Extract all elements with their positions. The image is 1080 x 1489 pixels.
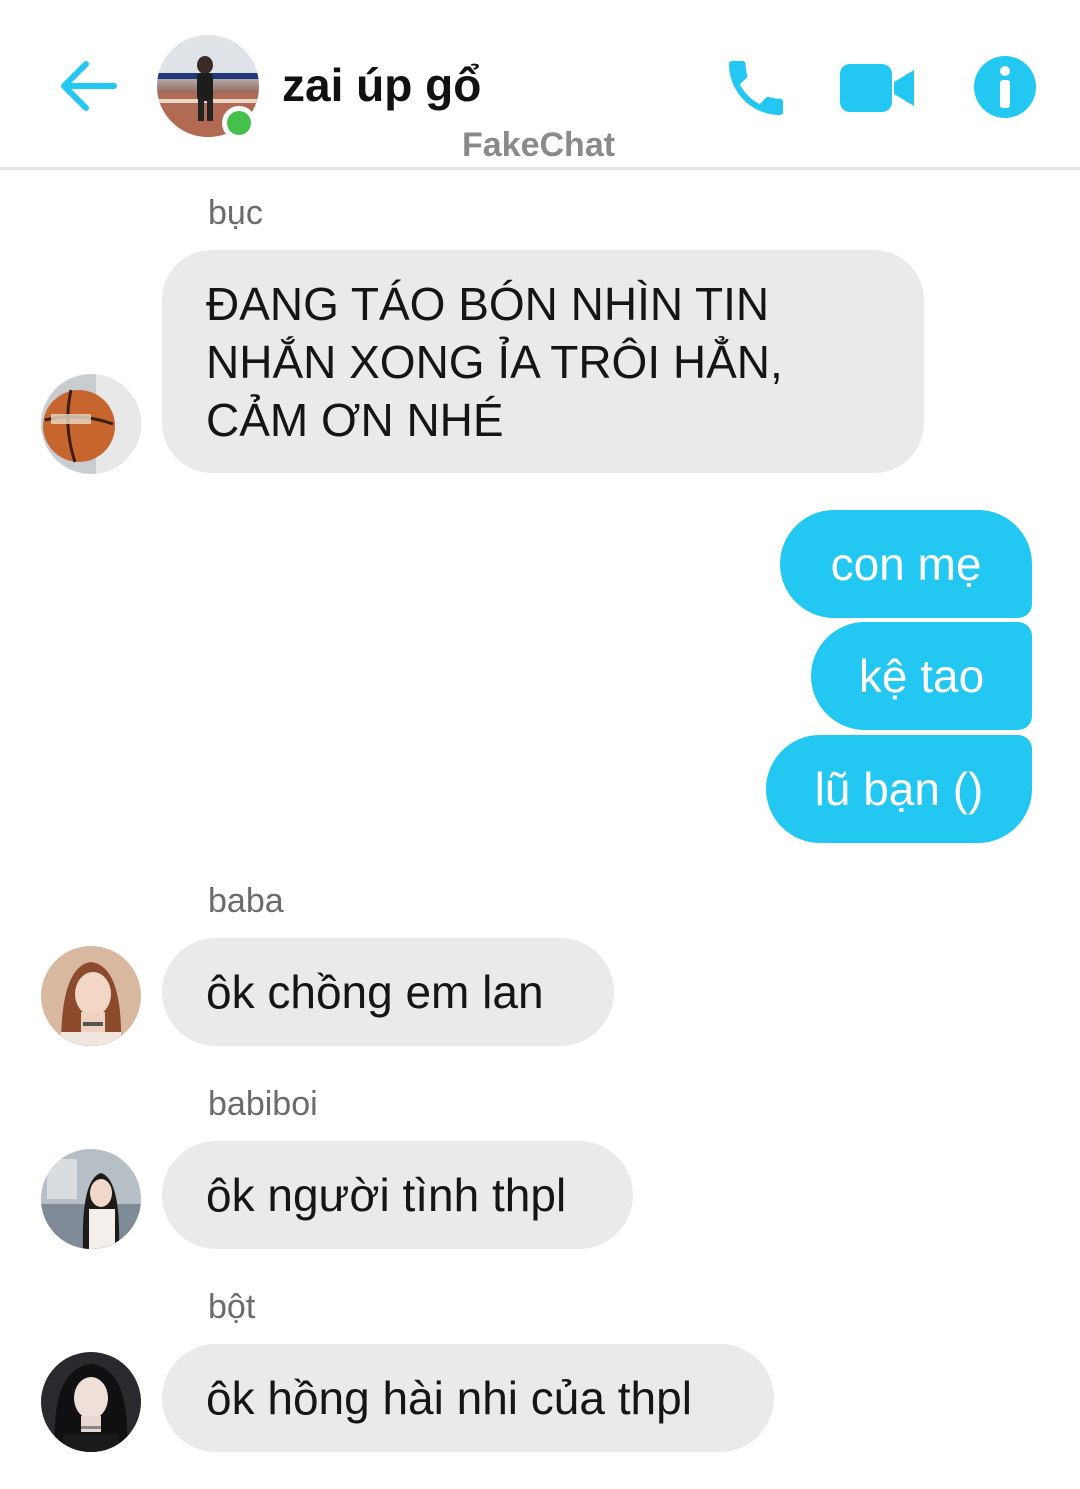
outgoing-message-bubble[interactable]: kệ tao — [811, 622, 1032, 730]
incoming-message-bubble[interactable]: ôk hồng hài nhi của thpl — [162, 1344, 774, 1452]
basketball-photo — [41, 374, 141, 474]
chat-title[interactable]: zai úp gổ — [282, 58, 481, 112]
message-text: con mẹ — [830, 538, 982, 590]
outgoing-message-bubble[interactable]: con mẹ — [780, 510, 1032, 618]
message-text: ôk chồng em lan — [206, 966, 544, 1018]
message-text: ôk hồng hài nhi của thpl — [206, 1372, 692, 1424]
info-icon — [974, 56, 1036, 118]
sender-avatar[interactable] — [41, 1352, 141, 1452]
message-text: lũ bạn () — [814, 763, 984, 815]
incoming-message-bubble[interactable]: ĐANG TÁO BÓN NHÌN TIN NHẮN XONG ỈA TRÔI … — [162, 250, 924, 473]
incoming-message-bubble[interactable]: ôk chồng em lan — [162, 938, 614, 1046]
call-button[interactable] — [720, 52, 792, 124]
phone-icon — [729, 61, 783, 115]
info-button[interactable] — [972, 54, 1038, 120]
sender-name: bột — [208, 1288, 256, 1326]
sender-avatar[interactable] — [41, 374, 141, 474]
sender-avatar[interactable] — [41, 946, 141, 1046]
outgoing-message-bubble[interactable]: lũ bạn () — [766, 735, 1032, 843]
back-arrow-icon — [61, 61, 117, 111]
video-call-button[interactable] — [838, 58, 916, 118]
message-text: ôk người tình thpl — [206, 1169, 567, 1221]
sender-name: babiboi — [208, 1085, 318, 1123]
video-camera-icon — [840, 64, 914, 112]
sender-name: bục — [208, 194, 263, 232]
watermark-label: FakeChat — [462, 126, 616, 164]
girl-portrait-photo — [41, 946, 141, 1046]
incoming-message-bubble[interactable]: ôk người tình thpl — [162, 1141, 633, 1249]
message-text: kệ tao — [858, 650, 985, 702]
online-status-indicator — [222, 106, 256, 140]
message-text: ĐANG TÁO BÓN NHÌN TIN NHẮN XONG ỈA TRÔI … — [206, 277, 783, 446]
sender-name: baba — [208, 882, 284, 920]
back-button[interactable] — [56, 54, 120, 118]
chat-header: zai úp gổ FakeChat — [0, 0, 1080, 170]
girl-room-photo — [41, 1149, 141, 1249]
sender-avatar[interactable] — [41, 1149, 141, 1249]
girl-dark-photo — [41, 1352, 141, 1452]
